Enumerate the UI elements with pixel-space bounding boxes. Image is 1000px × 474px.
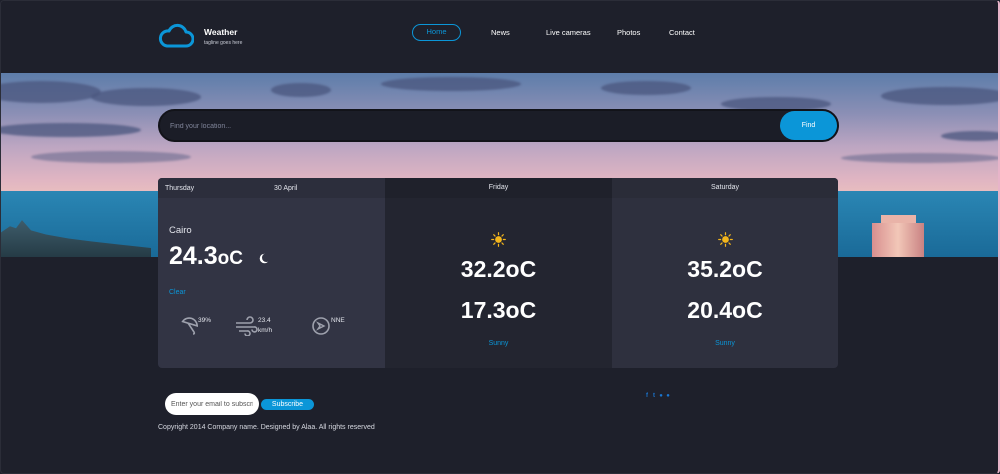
low-value: 20.4: [687, 297, 733, 323]
location-search-input[interactable]: [170, 116, 770, 136]
current-condition: Clear: [169, 289, 186, 296]
humidity-value: 39%: [198, 317, 212, 324]
wind-speed-value: 23.4 km/h: [258, 316, 272, 336]
high-unit: oC: [505, 256, 537, 282]
page-frame: Weather tagline goes here Home News Live…: [0, 0, 1000, 474]
subscribe-form: Subscribe: [165, 393, 314, 415]
cloud-shape: [881, 87, 998, 105]
cloud-shape: [31, 151, 191, 163]
compass-icon: [312, 317, 330, 335]
find-button[interactable]: Find: [780, 111, 837, 140]
sun-icon: [718, 232, 733, 247]
cloud-shape: [1, 81, 101, 103]
today-date: 30 April: [274, 184, 298, 192]
temp-unit: oC: [217, 248, 243, 269]
pinterest-icon[interactable]: ●: [665, 393, 671, 400]
brand-text: Weather tagline goes here: [204, 23, 242, 46]
forecast-low: 20.4oC: [612, 297, 838, 324]
forecast-low: 17.3oC: [385, 297, 612, 324]
facebook-icon[interactable]: f: [644, 393, 650, 400]
subscribe-button[interactable]: Subscribe: [261, 398, 314, 410]
nav-live-cameras[interactable]: Live cameras: [546, 24, 606, 41]
humidity-stat: 39%: [178, 316, 211, 336]
low-unit: oC: [505, 297, 537, 323]
nav-photos[interactable]: Photos: [617, 24, 640, 41]
current-temperature: 24.3oC: [169, 242, 243, 271]
cloud-shape: [381, 77, 521, 91]
forecast-table: Thursday 30 April Cairo 24.3oC Clear 39%: [158, 178, 838, 368]
low-unit: oC: [732, 297, 763, 323]
forecast-high: 32.2oC: [385, 256, 612, 283]
wind-direction-stat: NNE: [311, 316, 345, 336]
city-name: Cairo: [169, 225, 192, 236]
nav-contact[interactable]: Contact: [669, 24, 709, 41]
today-header: Thursday 30 April: [158, 178, 385, 198]
nav-home[interactable]: Home: [412, 24, 461, 41]
forecast-condition: Sunny: [488, 340, 509, 347]
high-value: 32.2: [460, 256, 506, 282]
cloud-shape: [271, 83, 331, 97]
copyright-text: Copyright 2014 Company name. Designed by…: [158, 424, 375, 431]
wind-speed-stat: 23.4 km/h: [234, 316, 272, 336]
brand-tagline: tagline goes here: [204, 40, 243, 46]
tower-building: [872, 223, 924, 257]
cloud-shape: [1, 123, 141, 137]
forecast-day-name: Friday: [385, 178, 612, 198]
email-field[interactable]: [165, 393, 259, 415]
social-links: f t ● ●: [644, 393, 671, 400]
wind-icon: [236, 316, 258, 336]
cloud-shape: [841, 153, 998, 163]
forecast-condition: Sunny: [715, 340, 735, 347]
forecast-day-card: Saturday 35.2oC 20.4oC Sunny: [612, 178, 838, 368]
wind-speed-number: 23.4: [258, 317, 271, 324]
today-day: Thursday: [165, 184, 195, 192]
cloud-shape: [601, 81, 691, 95]
wind-direction-value: NNE: [331, 317, 345, 324]
wind-speed-unit: km/h: [258, 327, 273, 334]
moon-icon: [259, 253, 270, 264]
forecast-day-card: Friday 32.2oC 17.3oC Sunny: [385, 178, 612, 368]
nav-news[interactable]: News: [491, 24, 510, 41]
low-value: 17.3: [460, 297, 506, 323]
today-card: Thursday 30 April Cairo 24.3oC Clear 39%: [158, 178, 385, 368]
temp-value: 24.3: [169, 242, 218, 270]
twitter-icon[interactable]: t: [651, 393, 657, 400]
google-icon[interactable]: ●: [658, 393, 664, 400]
logo[interactable]: Weather tagline goes here: [158, 23, 242, 49]
main-nav: Home News Live cameras Photos Contact: [412, 24, 695, 41]
forecast-high: 35.2oC: [612, 256, 838, 283]
high-value: 35.2: [687, 256, 733, 282]
cloud-logo-icon: [158, 23, 194, 48]
cloud-shape: [91, 88, 201, 106]
high-unit: oC: [732, 256, 763, 282]
forecast-day-name: Saturday: [612, 178, 838, 198]
umbrella-icon: [181, 317, 198, 335]
sun-icon: [491, 232, 506, 247]
brand-title: Weather: [204, 27, 238, 37]
cloud-shape: [941, 131, 998, 141]
location-search: Find: [158, 109, 839, 142]
header: Weather tagline goes here Home News Live…: [1, 1, 998, 73]
